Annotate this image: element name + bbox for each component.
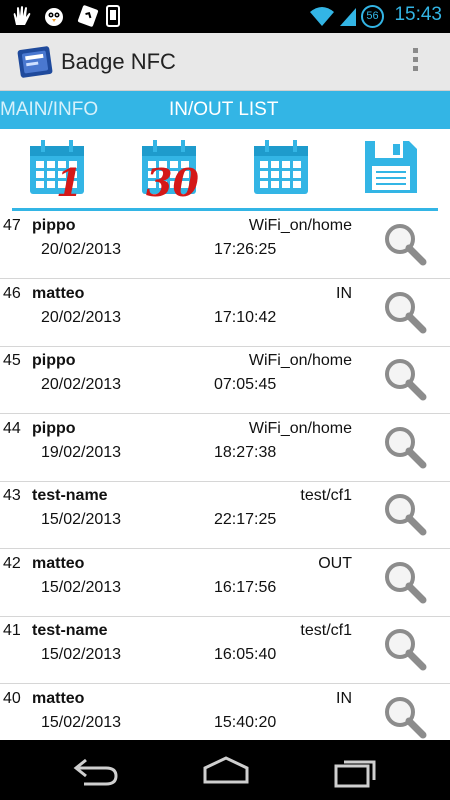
entry-status: WiFi_on/home bbox=[248, 352, 352, 369]
entry-status: OUT bbox=[318, 554, 352, 572]
entry-time: 18:27:38 bbox=[214, 443, 277, 461]
mobile-signal-icon bbox=[340, 8, 356, 26]
search-icon[interactable] bbox=[382, 559, 428, 605]
list-item[interactable]: 43 test-name test/cf1 15/02/2013 22:17:25 bbox=[0, 481, 450, 549]
bird-icon bbox=[45, 8, 63, 26]
list-item[interactable]: 44 pippo WiFi_on/home 19/02/2013 18:27:38 bbox=[0, 414, 450, 482]
entry-status: WiFi_on/home bbox=[248, 217, 352, 234]
search-icon[interactable] bbox=[382, 289, 428, 335]
entry-name: pippo bbox=[32, 419, 76, 437]
entry-number: 41 bbox=[3, 622, 21, 639]
calendar-all-button[interactable] bbox=[252, 138, 310, 200]
search-icon[interactable] bbox=[382, 694, 428, 740]
entry-name: matteo bbox=[32, 554, 85, 572]
entry-date: 15/02/2013 bbox=[41, 713, 122, 731]
search-icon[interactable] bbox=[382, 626, 428, 672]
entry-number: 46 bbox=[3, 284, 21, 302]
entry-number: 40 bbox=[3, 689, 21, 707]
entry-time: 16:05:40 bbox=[214, 646, 277, 663]
entry-status: WiFi_on/home bbox=[248, 419, 352, 437]
entry-name: matteo bbox=[32, 689, 85, 707]
entry-number: 44 bbox=[3, 419, 21, 437]
tab-main-info[interactable]: MAIN/INFO bbox=[0, 99, 98, 121]
entry-status: IN bbox=[336, 284, 352, 302]
entry-time: 07:05:45 bbox=[214, 376, 277, 393]
entry-status: test/cf1 bbox=[300, 622, 352, 639]
entry-date: 20/02/2013 bbox=[41, 241, 122, 258]
entry-date: 20/02/2013 bbox=[41, 376, 122, 393]
entry-name: test-name bbox=[32, 622, 108, 639]
badge-nfc-logo bbox=[17, 46, 53, 78]
entry-time: 17:10:42 bbox=[214, 308, 277, 326]
entry-date: 15/02/2013 bbox=[41, 646, 122, 663]
search-icon[interactable] bbox=[382, 424, 428, 470]
entry-number: 47 bbox=[3, 217, 21, 234]
entry-number: 42 bbox=[3, 554, 21, 572]
entry-name: pippo bbox=[32, 352, 76, 369]
floppy-disk-icon bbox=[365, 141, 417, 193]
search-icon[interactable] bbox=[382, 356, 428, 402]
calendar-icon bbox=[254, 140, 308, 194]
list-item[interactable]: 40 matteo IN 15/02/2013 15:40:20 bbox=[0, 684, 450, 741]
entry-time: 17:26:25 bbox=[214, 241, 277, 258]
clock: 15:43 bbox=[394, 4, 442, 25]
entry-time: 22:17:25 bbox=[214, 511, 277, 528]
phone-icon bbox=[106, 5, 120, 27]
save-button[interactable] bbox=[362, 138, 422, 198]
wifi-icon bbox=[310, 7, 334, 26]
entry-date: 15/02/2013 bbox=[41, 578, 122, 596]
list-item[interactable]: 41 test-name test/cf1 15/02/2013 16:05:40 bbox=[0, 616, 450, 684]
tab-bar: MAIN/INFO IN/OUT LIST bbox=[0, 91, 450, 129]
list-item[interactable]: 47 pippo WiFi_on/home 20/02/2013 17:26:25 bbox=[0, 211, 450, 279]
entry-number: 45 bbox=[3, 352, 21, 369]
entry-name: pippo bbox=[32, 217, 76, 234]
calendar-30-label: 30 bbox=[146, 160, 199, 205]
tab-in-out-list[interactable]: IN/OUT LIST bbox=[169, 99, 278, 121]
entry-number: 43 bbox=[3, 487, 21, 504]
status-bar: 56 15:43 bbox=[0, 0, 450, 33]
list-item[interactable]: 45 pippo WiFi_on/home 20/02/2013 07:05:45 bbox=[0, 346, 450, 414]
back-icon[interactable] bbox=[72, 752, 120, 790]
entry-date: 15/02/2013 bbox=[41, 511, 122, 528]
app-title: Badge NFC bbox=[61, 49, 176, 74]
notification-badge: 56 bbox=[361, 5, 384, 28]
entry-status: test/cf1 bbox=[300, 487, 352, 504]
home-icon[interactable] bbox=[201, 752, 251, 790]
list-item[interactable]: 46 matteo IN 20/02/2013 17:10:42 bbox=[0, 279, 450, 347]
search-icon[interactable] bbox=[382, 491, 428, 537]
hand-icon bbox=[13, 6, 31, 25]
recent-apps-icon[interactable] bbox=[332, 752, 380, 790]
entry-time: 16:17:56 bbox=[214, 578, 277, 596]
nfc-icon bbox=[77, 5, 99, 27]
list-item[interactable]: 42 matteo OUT 15/02/2013 16:17:56 bbox=[0, 549, 450, 617]
in-out-list[interactable]: 47 pippo WiFi_on/home 20/02/2013 17:26:25 46 m… bbox=[0, 211, 450, 740]
overflow-menu-icon[interactable] bbox=[405, 44, 425, 80]
entry-time: 15:40:20 bbox=[214, 713, 277, 731]
calendar-1-label: 1 bbox=[56, 160, 83, 205]
entry-name: test-name bbox=[32, 487, 108, 504]
entry-date: 19/02/2013 bbox=[41, 443, 122, 461]
entry-date: 20/02/2013 bbox=[41, 308, 122, 326]
entry-name: matteo bbox=[32, 284, 85, 302]
search-icon[interactable] bbox=[382, 221, 428, 267]
entry-status: IN bbox=[336, 689, 352, 707]
